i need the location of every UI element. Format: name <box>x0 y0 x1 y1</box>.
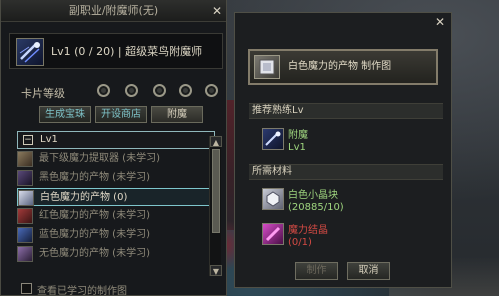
subclass-window: 副职业/附魔师(无) ✕ Lv1 (0 / 20) | 超级菜鸟附魔师 卡片等级… <box>0 0 227 296</box>
scroll-down-icon[interactable]: ▼ <box>210 265 222 276</box>
magic-crystal-icon <box>262 223 284 245</box>
card-level-radio-2[interactable] <box>125 84 138 97</box>
materials-section: 所需材料 <box>249 164 443 180</box>
material-amount: (20885/10) <box>288 202 344 213</box>
extractor-icon <box>17 151 33 167</box>
scroll-thumb[interactable] <box>212 149 220 233</box>
profession-header: Lv1 (0 / 20) | 超级菜鸟附魔师 <box>9 33 223 69</box>
list-scrollbar[interactable]: ▲ ▼ <box>209 136 222 276</box>
card-level-radio-3[interactable] <box>153 84 166 97</box>
white-magic-product-icon <box>254 55 280 79</box>
card-level-row: 卡片等级 <box>21 84 221 100</box>
list-item-label: 黑色魔力的产物 (未学习) <box>39 172 150 183</box>
close-icon[interactable]: ✕ <box>433 15 447 29</box>
profession-level-text: Lv1 (0 / 20) | 超级菜鸟附魔师 <box>51 45 203 58</box>
list-item[interactable]: 黑色魔力的产物 (未学习) <box>17 169 215 187</box>
collapse-icon[interactable]: − <box>23 135 33 145</box>
close-icon[interactable]: ✕ <box>210 4 224 18</box>
tab-enchant[interactable]: 附魔 <box>151 106 203 123</box>
white-crystal-icon <box>262 188 284 210</box>
list-item[interactable]: 无色魔力的产物 (未学习) <box>17 245 215 263</box>
list-item-label: 最下级魔力提取器 (未学习) <box>39 153 160 164</box>
recommended-level-section: 推荐熟练Lv <box>249 103 443 119</box>
cancel-button[interactable]: 取消 <box>347 262 390 280</box>
list-item-label: 无色魔力的产物 (未学习) <box>39 248 150 259</box>
window-title: 副职业/附魔师(无) <box>1 0 226 22</box>
group-label: Lv1 <box>40 134 58 145</box>
list-item-label: 白色魔力的产物 (0) <box>40 192 128 203</box>
enchanter-skill-icon <box>16 38 44 66</box>
red-magic-icon <box>17 208 33 224</box>
card-level-radio-1[interactable] <box>97 84 110 97</box>
list-item-label: 蓝色魔力的产物 (未学习) <box>39 229 150 240</box>
tab-open-shop[interactable]: 开设商店 <box>95 106 147 123</box>
recipe-header: 白色魔力的产物 制作图 <box>248 49 438 85</box>
list-item[interactable]: 白色魔力的产物 (0) <box>17 188 215 206</box>
show-learned-label: 查看已学习的制作图 <box>37 286 127 296</box>
material-name: 魔力结晶 <box>288 225 328 236</box>
blue-magic-icon <box>17 227 33 243</box>
scroll-up-icon[interactable]: ▲ <box>210 136 222 147</box>
black-magic-icon <box>17 170 33 186</box>
recipe-title: 白色魔力的产物 制作图 <box>288 61 392 72</box>
recipe-list: − Lv1 最下级魔力提取器 (未学习) 黑色魔力的产物 (未学习) 白色魔力的… <box>9 131 223 291</box>
group-lv1[interactable]: − Lv1 <box>17 131 215 149</box>
recommended-skill-level: Lv1 <box>288 142 306 153</box>
material-amount: (0/1) <box>288 237 312 248</box>
colorless-magic-icon <box>17 246 33 262</box>
enchant-skill-icon <box>262 128 284 150</box>
recipe-window: ✕ 白色魔力的产物 制作图 推荐熟练Lv 附魔 Lv1 所需材料 白色小晶块 (… <box>234 12 452 288</box>
window-title-text: 副职业/附魔师(无) <box>68 4 159 17</box>
tab-generate-orb[interactable]: 生成宝珠 <box>39 106 91 123</box>
list-item[interactable]: 蓝色魔力的产物 (未学习) <box>17 226 215 244</box>
card-level-radio-5[interactable] <box>205 84 218 97</box>
white-magic-icon <box>18 190 34 206</box>
material-name: 白色小晶块 <box>288 190 338 201</box>
list-item[interactable]: 最下级魔力提取器 (未学习) <box>17 150 215 168</box>
card-level-label: 卡片等级 <box>21 87 65 100</box>
recommended-skill-name: 附魔 <box>288 130 308 141</box>
card-level-radio-4[interactable] <box>179 84 192 97</box>
list-item-label: 红色魔力的产物 (未学习) <box>39 210 150 221</box>
make-button[interactable]: 制作 <box>295 262 338 280</box>
list-item[interactable]: 红色魔力的产物 (未学习) <box>17 207 215 225</box>
show-learned-checkbox[interactable] <box>21 283 32 294</box>
